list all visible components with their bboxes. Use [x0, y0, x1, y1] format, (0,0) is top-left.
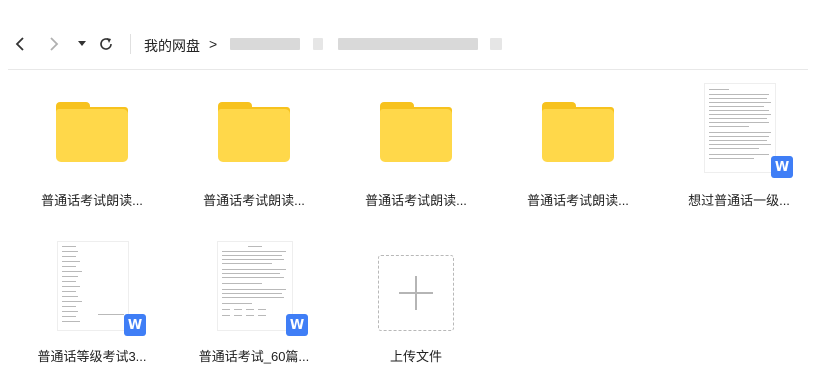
- word-icon: W: [771, 156, 793, 178]
- item-label: 想过普通话一级...: [688, 193, 790, 208]
- word-icon: W: [124, 314, 146, 336]
- item-label: 普通话考试朗读...: [365, 193, 467, 208]
- toolbar: 我的网盘 >: [0, 0, 835, 70]
- redacted-path: [490, 38, 502, 50]
- upload-button[interactable]: [378, 255, 454, 331]
- folder-item[interactable]: 普通话考试朗读...: [17, 95, 167, 210]
- breadcrumb-separator: >: [209, 36, 218, 52]
- document-item[interactable]: W 普通话考试_60篇...: [179, 238, 329, 368]
- item-label: 普通话考试朗读...: [527, 193, 629, 208]
- toolbar-divider: [130, 34, 131, 54]
- plus-icon: [415, 276, 417, 310]
- document-item[interactable]: W 普通话等级考试3...: [17, 238, 167, 368]
- folder-icon: [218, 102, 290, 162]
- item-label: 普通话考试朗读...: [203, 193, 305, 208]
- header-divider: [8, 69, 808, 70]
- chevron-right-icon: [50, 37, 59, 51]
- refresh-icon: [100, 38, 112, 50]
- word-icon: W: [286, 314, 308, 336]
- chevron-left-icon: [15, 37, 24, 51]
- folder-icon: [542, 102, 614, 162]
- folder-item[interactable]: 普通话考试朗读...: [341, 95, 491, 210]
- folder-item[interactable]: 普通话考试朗读...: [503, 95, 653, 210]
- history-dropdown-button[interactable]: [72, 33, 92, 55]
- document-item[interactable]: W 想过普通话一级...: [664, 80, 814, 210]
- document-thumbnail: [704, 83, 776, 173]
- redacted-path: [338, 38, 478, 50]
- upload-item[interactable]: 上传文件: [341, 238, 491, 368]
- redacted-path: [230, 38, 300, 50]
- item-label: 上传文件: [389, 349, 442, 364]
- item-label: 普通话考试朗读...: [41, 193, 143, 208]
- caret-down-icon: [78, 41, 86, 46]
- refresh-button[interactable]: [96, 33, 116, 55]
- breadcrumb-root[interactable]: 我的网盘: [144, 36, 200, 56]
- item-label: 普通话考试_60篇...: [198, 349, 310, 364]
- item-label: 普通话等级考试3...: [37, 349, 147, 364]
- folder-icon: [380, 102, 452, 162]
- folder-item[interactable]: 普通话考试朗读...: [179, 95, 329, 210]
- forward-button[interactable]: [44, 33, 64, 55]
- folder-icon: [56, 102, 128, 162]
- document-thumbnail: [57, 241, 129, 331]
- redacted-path: [313, 38, 323, 50]
- back-button[interactable]: [10, 33, 30, 55]
- document-thumbnail: [217, 241, 293, 331]
